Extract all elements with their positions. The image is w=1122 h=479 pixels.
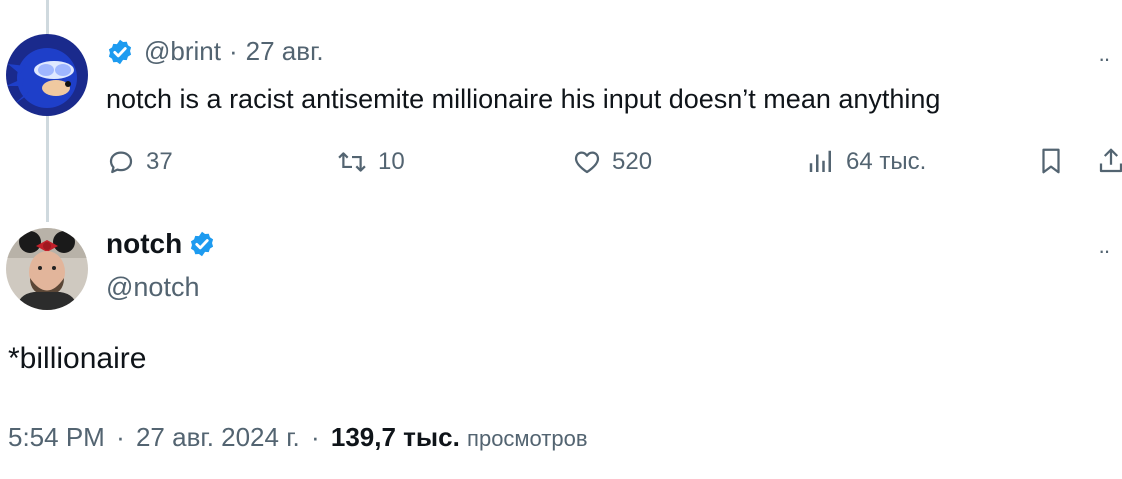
views-button[interactable]: 64 тыс.	[806, 147, 926, 177]
like-button[interactable]: 520	[572, 147, 652, 177]
share-icon	[1099, 148, 1122, 173]
reply-metadata: 5:54 PM · 27 авг. 2024 г. · 139,7 тыс. п…	[8, 422, 588, 453]
analytics-icon	[809, 150, 831, 172]
heart-icon	[574, 151, 600, 174]
views-count: 64 тыс.	[846, 148, 927, 175]
parent-date[interactable]: 27 авг.	[246, 36, 324, 67]
reply-date[interactable]: 27 авг. 2024 г.	[136, 422, 300, 452]
reply-more-button[interactable]: ··	[1098, 238, 1111, 264]
bookmark-icon	[1042, 148, 1060, 174]
parent-handle[interactable]: @brint	[144, 36, 221, 67]
header-separator: ·	[228, 36, 238, 66]
reply-author-row: notch	[106, 228, 216, 260]
reply-time[interactable]: 5:54 PM	[8, 422, 105, 452]
reply-handle[interactable]: @notch	[106, 272, 199, 303]
reply-views-label: просмотров	[467, 426, 588, 451]
retweet-icon	[338, 152, 366, 172]
like-count: 520	[612, 148, 653, 175]
meta-separator: ·	[310, 422, 320, 452]
parent-actions-bar: 37 10 520 64 тыс.	[106, 143, 1122, 183]
reply-count: 37	[146, 148, 173, 175]
reply-button[interactable]: 37	[106, 147, 173, 177]
verified-badge-icon	[108, 39, 132, 64]
avatar-notch[interactable]	[6, 228, 88, 310]
share-button[interactable]	[1096, 145, 1122, 177]
parent-tweet-text: notch is a racist antisemite millionaire…	[106, 84, 941, 114]
reply-views-count: 139,7 тыс.	[330, 422, 460, 452]
verified-badge-icon	[191, 231, 214, 257]
parent-more-button[interactable]: ··	[1098, 46, 1111, 72]
retweet-count: 10	[378, 148, 405, 175]
reply-tweet-text: *billionaire	[8, 342, 147, 375]
reply-display-name[interactable]: notch	[106, 228, 182, 260]
avatar-brint[interactable]	[6, 34, 88, 116]
retweet-button[interactable]: 10	[336, 147, 405, 177]
reply-icon	[109, 151, 133, 174]
bookmark-button[interactable]	[1036, 145, 1076, 177]
parent-header: @brint · 27 авг.	[106, 36, 324, 67]
meta-separator: ·	[116, 422, 125, 452]
